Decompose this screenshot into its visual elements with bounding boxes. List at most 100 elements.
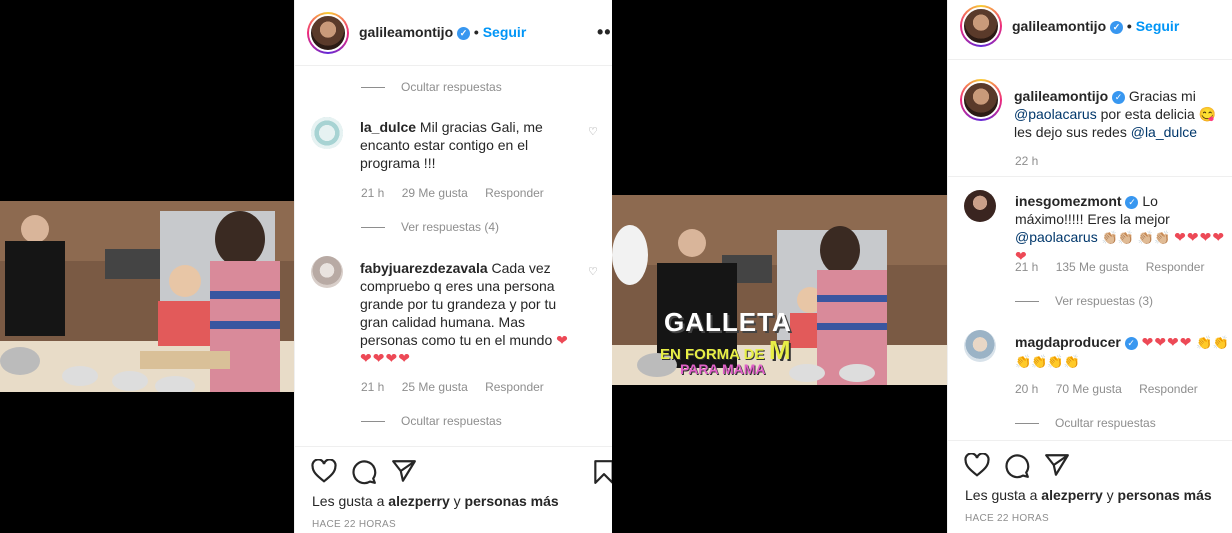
like-comment-icon[interactable]: ♡ [588,265,598,278]
header-username[interactable]: galileamontijo [359,24,453,40]
comment-meta: 20 h 70 Me gusta Responder [1015,382,1212,396]
mention-link[interactable]: @paolacarus [1015,229,1098,245]
dot-separator: • [1126,18,1132,34]
yum-emoji: 😋 [1198,106,1217,122]
comment-avatar[interactable] [311,117,343,149]
likes-others[interactable]: personas más [1118,487,1212,503]
follow-button[interactable]: Seguir [483,24,527,40]
comments-panel-left: galileamontijo ✓ • Seguir ••• Ocultar re… [294,0,612,533]
video-title-overlay: GALLETA [664,307,792,338]
comment-icon[interactable] [1004,453,1030,479]
caption-text-1: Gracias mi [1128,88,1196,104]
comment-time: 21 h [361,380,385,394]
comment-text: la_dulce Mil gracias Gali, me encanto es… [360,118,570,172]
hide-replies-button[interactable]: Ocultar respuestas [1015,416,1156,430]
caption-username[interactable]: galileamontijo [1014,88,1108,104]
video-frame-left [0,201,294,392]
caption-text-3: les dejo sus redes [1014,124,1127,140]
dash-divider [1015,422,1039,424]
likes-summary: Les gusta a alezperry y personas más [312,493,559,509]
reply-button[interactable]: Responder [485,380,544,394]
post-actions: Les gusta a alezperry y personas más HAC… [948,440,1232,533]
hide-replies-label: Ocultar respuestas [1055,416,1156,430]
view-replies-label: Ver respuestas (3) [1055,294,1154,308]
more-options-icon[interactable]: ••• [597,22,612,43]
comment-likes[interactable]: 70 Me gusta [1056,382,1122,396]
reply-button[interactable]: Responder [1139,382,1198,396]
dash-divider [361,420,385,422]
comment-likes[interactable]: 135 Me gusta [1056,260,1129,274]
comment-likes[interactable]: 29 Me gusta [402,186,468,200]
comment-icon[interactable] [351,459,377,485]
comment-username[interactable]: magdaproducer [1015,334,1121,350]
comment-meta: 21 h 25 Me gusta Responder [361,380,558,394]
comment-likes[interactable]: 25 Me gusta [402,380,468,394]
dash-divider [361,226,385,228]
mention-link[interactable]: @paolacarus [1014,106,1097,122]
comment-username[interactable]: fabyjuarezdezavala [360,260,488,276]
post-time[interactable]: HACE 22 HORAS [312,519,396,530]
comment-meta: 21 h 135 Me gusta Responder [1015,260,1218,274]
hide-replies-label: Ocultar respuestas [401,80,502,94]
comment-text: fabyjuarezdezavala Cada vez compruebo q … [360,259,572,367]
post-video-left[interactable] [0,201,294,392]
comment-text: magdaproducer ✓ ❤❤❤❤ 👏👏👏👏👏👏 [1015,333,1229,371]
overlay-line-3: PARA MAMA [680,361,766,377]
like-icon[interactable] [311,459,337,483]
share-icon[interactable] [391,459,417,483]
reply-button[interactable]: Responder [1146,260,1205,274]
hide-replies-button[interactable]: Ocultar respuestas [361,414,502,428]
likes-y: y [1106,487,1114,503]
dash-divider [361,86,385,88]
view-replies-button[interactable]: Ver respuestas (3) [1015,294,1153,308]
likes-summary: Les gusta a alezperry y personas más [965,487,1212,503]
clap-emoji: 👏🏼👏🏼 [1137,230,1171,245]
header-username[interactable]: galileamontijo [1012,18,1106,34]
post-header: galileamontijo ✓ • Seguir ••• [295,0,612,66]
comment-avatar[interactable] [964,330,996,362]
post-video-right[interactable]: GALLETA EN FORMA DE M PARA MAMA [612,195,947,385]
comment-avatar[interactable] [964,190,996,222]
header-username-row: galileamontijo ✓ • Seguir [359,24,526,40]
likes-y: y [453,493,461,509]
save-icon[interactable] [593,459,612,485]
likes-others[interactable]: personas más [465,493,559,509]
likes-prefix: Les gusta a [965,487,1038,503]
share-icon[interactable] [1044,453,1070,477]
reply-button[interactable]: Responder [485,186,544,200]
likes-user[interactable]: alezperry [1041,487,1102,503]
like-comment-icon[interactable]: ♡ [588,125,598,138]
caption-time: 22 h [1015,154,1039,168]
verified-icon: ✓ [1110,20,1124,34]
caption-avatar[interactable] [960,79,1002,121]
divider [948,176,1232,177]
verified-icon: ✓ [457,26,471,40]
avatar[interactable] [307,12,349,54]
likes-prefix: Les gusta a [312,493,385,509]
comment-username[interactable]: inesgomezmont [1015,193,1122,209]
heart-emoji: ❤❤❤❤ [1141,334,1193,350]
comment-time: 21 h [1015,260,1039,274]
view-replies-button[interactable]: Ver respuestas (4) [361,220,499,234]
comment-meta: 21 h 29 Me gusta Responder [361,186,558,200]
hide-replies-button[interactable]: Ocultar respuestas [361,80,502,94]
mention-link[interactable]: @la_dulce [1131,124,1197,140]
comment-time: 21 h [361,186,385,200]
post-header: galileamontijo ✓ • Seguir [948,0,1232,60]
avatar[interactable] [960,5,1002,47]
comment-time: 20 h [1015,382,1039,396]
clap-emoji: 👏🏼👏🏼 [1101,230,1134,245]
comment-avatar[interactable] [311,256,343,288]
comment-username[interactable]: la_dulce [360,119,416,135]
verified-icon: ✓ [1124,336,1138,350]
dash-divider [1015,300,1039,302]
caption-text: galileamontijo ✓ Gracias mi @paolacarus … [1014,87,1232,141]
post-time[interactable]: HACE 22 HORAS [965,513,1049,524]
overlay-line-1: GALLETA [664,307,792,337]
like-icon[interactable] [964,453,990,477]
likes-user[interactable]: alezperry [388,493,449,509]
hide-replies-label: Ocultar respuestas [401,414,502,428]
follow-button[interactable]: Seguir [1136,18,1180,34]
header-username-row: galileamontijo ✓ • Seguir [1012,18,1179,34]
post-actions: Les gusta a alezperry y personas más HAC… [295,446,612,533]
